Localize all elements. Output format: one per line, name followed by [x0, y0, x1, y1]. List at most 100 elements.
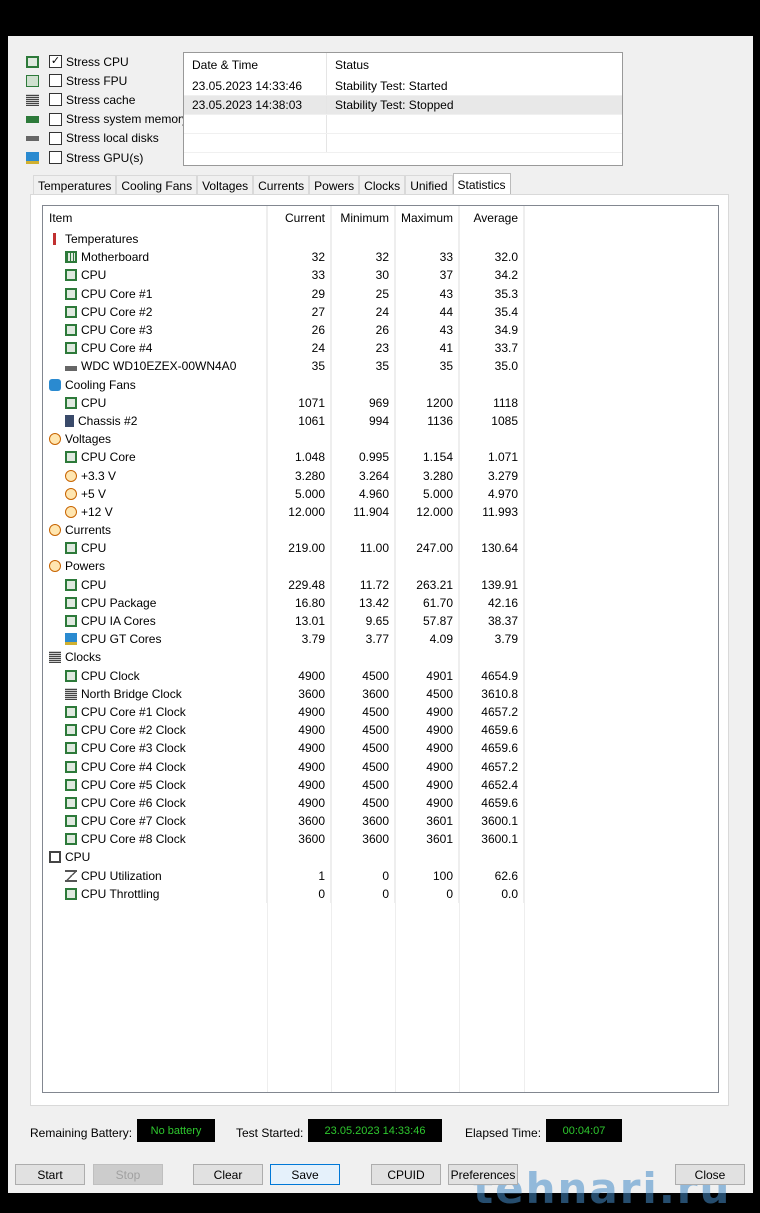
log-row[interactable]: 23.05.2023 14:38:03Stability Test: Stopp… [184, 96, 622, 115]
table-row[interactable]: CPU Throttling0000.0 [43, 885, 718, 903]
table-row[interactable]: CPU Core #424234133.7 [43, 339, 718, 357]
col-current[interactable]: Current [267, 206, 331, 230]
stress-option[interactable]: Stress cache [26, 90, 188, 109]
stress-checkbox[interactable] [49, 151, 62, 164]
log-col-status[interactable]: Status [327, 58, 369, 72]
row-maximum: 3601 [395, 812, 459, 830]
table-row[interactable]: Chassis #2106199411361085 [43, 412, 718, 430]
tab-unified[interactable]: Unified [405, 175, 452, 195]
table-row[interactable]: CPU229.4811.72263.21139.91 [43, 576, 718, 594]
cpuid-button[interactable]: CPUID [371, 1164, 441, 1185]
row-minimum: 35 [331, 357, 395, 375]
tab-cooling-fans[interactable]: Cooling Fans [116, 175, 197, 195]
stress-checkbox[interactable] [49, 74, 62, 87]
stress-option[interactable]: Stress local disks [26, 129, 188, 148]
row-item: Clocks [43, 648, 267, 666]
stop-button[interactable]: Stop [93, 1164, 163, 1185]
table-row[interactable]: WDC WD10EZEX-00WN4A035353535.0 [43, 357, 718, 375]
cpu-icon [26, 56, 39, 68]
close-button[interactable]: Close [675, 1164, 745, 1185]
tab-voltages[interactable]: Voltages [197, 175, 253, 195]
log-row[interactable]: 23.05.2023 14:33:46Stability Test: Start… [184, 77, 622, 96]
col-item[interactable]: Item [43, 206, 267, 230]
row-average [459, 521, 524, 539]
row-maximum [395, 230, 459, 248]
log-col-datetime[interactable]: Date & Time [184, 53, 327, 77]
table-row[interactable]: +5 V5.0004.9605.0004.970 [43, 485, 718, 503]
stress-option[interactable]: Stress GPU(s) [26, 148, 188, 167]
table-group-row[interactable]: Clocks [43, 648, 718, 666]
table-row[interactable]: CPU Core #6 Clock4900450049004659.6 [43, 794, 718, 812]
table-row[interactable]: CPU Core #129254335.3 [43, 285, 718, 303]
table-row[interactable]: CPU Core #4 Clock4900450049004657.2 [43, 757, 718, 775]
stress-label: Stress cache [66, 93, 135, 107]
row-maximum: 35 [395, 357, 459, 375]
tab-clocks[interactable]: Clocks [359, 175, 405, 195]
tab-temperatures[interactable]: Temperatures [33, 175, 116, 195]
row-maximum: 263.21 [395, 576, 459, 594]
table-row[interactable]: CPU Core1.0480.9951.1541.071 [43, 448, 718, 466]
table-row[interactable]: +12 V12.00011.90412.00011.993 [43, 503, 718, 521]
table-row[interactable]: CPU Core #7 Clock3600360036013600.1 [43, 812, 718, 830]
stress-checkbox[interactable] [49, 113, 62, 126]
row-item: Motherboard [43, 248, 267, 266]
stress-option[interactable]: Stress system memory [26, 110, 188, 129]
row-label: CPU Core #5 Clock [81, 778, 186, 792]
table-group-row[interactable]: CPU [43, 848, 718, 866]
table-row[interactable]: CPU Clock4900450049014654.9 [43, 667, 718, 685]
table-row[interactable]: CPU Core #1 Clock4900450049004657.2 [43, 703, 718, 721]
table-row[interactable]: CPU Utilization1010062.6 [43, 867, 718, 885]
row-average [459, 848, 524, 866]
stress-checkbox[interactable] [49, 93, 62, 106]
row-maximum [395, 848, 459, 866]
row-average [459, 648, 524, 666]
table-row[interactable]: CPU107196912001118 [43, 394, 718, 412]
col-minimum[interactable]: Minimum [331, 206, 395, 230]
table-group-row[interactable]: Cooling Fans [43, 376, 718, 394]
statistics-table[interactable]: Item Current Minimum Maximum Average Tem… [42, 205, 719, 1093]
stress-option[interactable]: Stress FPU [26, 71, 188, 90]
chip-icon [65, 324, 77, 336]
table-row[interactable]: CPU Core #5 Clock4900450049004652.4 [43, 776, 718, 794]
tab-statistics[interactable]: Statistics [453, 173, 511, 195]
table-row[interactable]: CPU Core #3 Clock4900450049004659.6 [43, 739, 718, 757]
table-group-row[interactable]: Temperatures [43, 230, 718, 248]
log-status: Stability Test: Started [327, 79, 448, 93]
table-group-row[interactable]: Powers [43, 557, 718, 575]
col-average[interactable]: Average [459, 206, 524, 230]
table-group-row[interactable]: Voltages [43, 430, 718, 448]
row-item: North Bridge Clock [43, 685, 267, 703]
row-label: CPU Core #2 [81, 305, 152, 319]
clear-button[interactable]: Clear [193, 1164, 263, 1185]
table-row[interactable]: CPU Package16.8013.4261.7042.16 [43, 594, 718, 612]
row-label: CPU Core #3 [81, 323, 152, 337]
stress-option[interactable]: ✓Stress CPU [26, 52, 188, 71]
table-row[interactable]: CPU219.0011.00247.00130.64 [43, 539, 718, 557]
save-button[interactable]: Save [270, 1164, 340, 1185]
chip-icon [65, 579, 77, 591]
table-row[interactable]: CPU33303734.2 [43, 266, 718, 284]
tab-powers[interactable]: Powers [309, 175, 359, 195]
row-maximum: 3601 [395, 830, 459, 848]
table-row[interactable]: North Bridge Clock3600360045003610.8 [43, 685, 718, 703]
table-row[interactable]: Motherboard32323332.0 [43, 248, 718, 266]
table-row[interactable]: CPU Core #227244435.4 [43, 303, 718, 321]
row-maximum: 4500 [395, 685, 459, 703]
chip-icon [65, 451, 77, 463]
preferences-button[interactable]: Preferences [448, 1164, 518, 1185]
table-row[interactable]: CPU IA Cores13.019.6557.8738.37 [43, 612, 718, 630]
table-group-row[interactable]: Currents [43, 521, 718, 539]
row-item: CPU Core #6 Clock [43, 794, 267, 812]
tab-currents[interactable]: Currents [253, 175, 309, 195]
start-button[interactable]: Start [15, 1164, 85, 1185]
stress-checkbox[interactable] [49, 132, 62, 145]
row-average: 0.0 [459, 885, 524, 903]
table-row[interactable]: CPU Core #2 Clock4900450049004659.6 [43, 721, 718, 739]
table-row[interactable]: CPU GT Cores3.793.774.093.79 [43, 630, 718, 648]
table-row[interactable]: +3.3 V3.2803.2643.2803.279 [43, 466, 718, 484]
table-row[interactable]: CPU Core #8 Clock3600360036013600.1 [43, 830, 718, 848]
stress-checkbox[interactable]: ✓ [49, 55, 62, 68]
table-row[interactable]: CPU Core #326264334.9 [43, 321, 718, 339]
col-maximum[interactable]: Maximum [395, 206, 459, 230]
row-label: CPU Core #3 Clock [81, 741, 186, 755]
